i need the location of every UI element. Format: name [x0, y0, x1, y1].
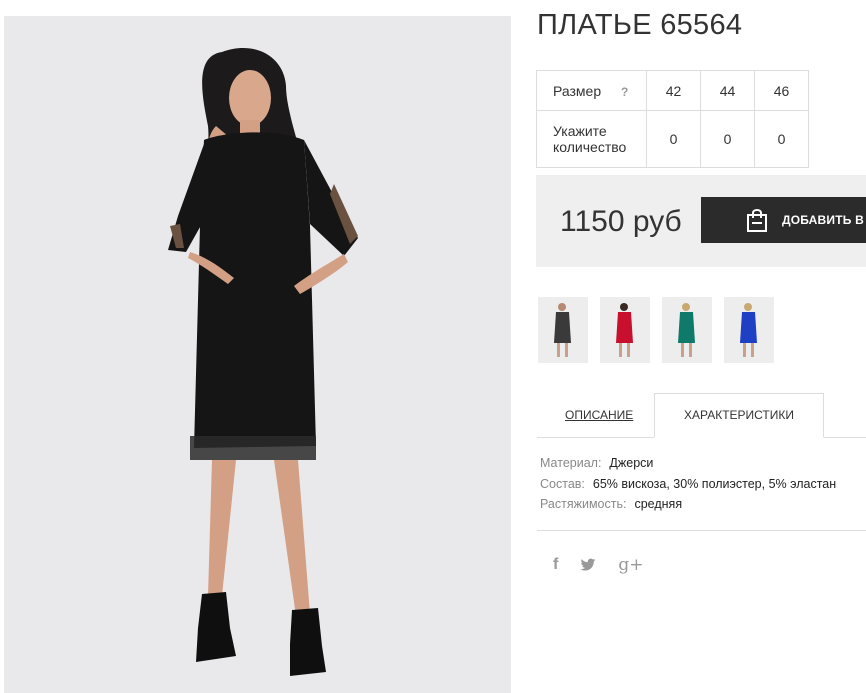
- quantity-row: Укажите количество 0 0 0: [536, 110, 809, 168]
- size-44: 44: [700, 70, 755, 111]
- characteristic-material: Материал: Джерси: [540, 456, 836, 477]
- quantity-input-46[interactable]: 0: [755, 131, 808, 147]
- variant-thumb-blue[interactable]: [724, 297, 774, 363]
- content-separator: [537, 530, 866, 531]
- product-title: ПЛАТЬЕ 65564: [537, 9, 743, 41]
- size-quantity-table: Размер ? 42 44 46 Укажите количество 0 0…: [536, 70, 809, 168]
- social-share-links: f g+: [553, 555, 643, 575]
- size-label-cell: Размер ?: [536, 70, 647, 111]
- variant-black-photo: [538, 297, 588, 363]
- variant-thumb-red[interactable]: [600, 297, 650, 363]
- characteristic-value: средняя: [634, 497, 683, 511]
- google-plus-icon[interactable]: g+: [618, 555, 643, 575]
- characteristic-value: 65% вискоза, 30% полиэстер, 5% эластан: [592, 476, 837, 491]
- tab-description[interactable]: ОПИСАНИЕ: [565, 408, 633, 422]
- characteristic-key: Растяжимость:: [540, 497, 627, 511]
- quantity-cell-46[interactable]: 0: [754, 110, 809, 168]
- add-to-cart-button[interactable]: ДОБАВИТЬ В КОРЗИНУ: [701, 197, 866, 243]
- twitter-bird-icon[interactable]: [580, 558, 596, 572]
- variant-thumb-black[interactable]: [538, 297, 588, 363]
- variant-green-photo: [662, 297, 712, 363]
- product-price: 1150 руб: [560, 205, 682, 238]
- size-help-icon[interactable]: ?: [621, 85, 628, 99]
- add-to-cart-label: ДОБАВИТЬ В КОРЗИНУ: [782, 213, 866, 227]
- size-42: 42: [646, 70, 701, 111]
- quantity-cell-44[interactable]: 0: [700, 110, 755, 168]
- quantity-input-42[interactable]: 0: [647, 131, 700, 147]
- characteristic-composition: Состав: 65% вискоза, 30% полиэстер, 5% эл…: [540, 477, 836, 498]
- quantity-input-44[interactable]: 0: [701, 131, 754, 147]
- tab-characteristics[interactable]: ХАРАКТЕРИСТИКИ: [654, 393, 824, 438]
- variant-red-photo: [600, 297, 650, 363]
- facebook-icon[interactable]: f: [553, 556, 558, 574]
- quantity-label: Укажите количество: [536, 110, 647, 168]
- variant-blue-photo: [724, 297, 774, 363]
- characteristics-list: Материал: Джерси Состав: 65% вискоза, 30% …: [540, 456, 836, 518]
- characteristic-key: Состав:: [540, 476, 585, 491]
- product-main-photo[interactable]: [4, 16, 511, 693]
- quantity-cell-42[interactable]: 0: [646, 110, 701, 168]
- characteristic-key: Материал:: [540, 456, 602, 470]
- shopping-bag-icon: [747, 209, 767, 232]
- size-row: Размер ? 42 44 46: [536, 70, 809, 111]
- color-variant-thumbnails: [538, 297, 774, 363]
- price-box: 1150 руб ДОБАВИТЬ В КОРЗИНУ: [536, 175, 866, 267]
- characteristic-stretch: Растяжимость: средняя: [540, 497, 836, 518]
- model-in-black-dress-photo: [4, 16, 511, 693]
- characteristic-value: Джерси: [609, 456, 654, 470]
- variant-thumb-green[interactable]: [662, 297, 712, 363]
- size-46: 46: [754, 70, 809, 111]
- size-label: Размер: [553, 82, 602, 99]
